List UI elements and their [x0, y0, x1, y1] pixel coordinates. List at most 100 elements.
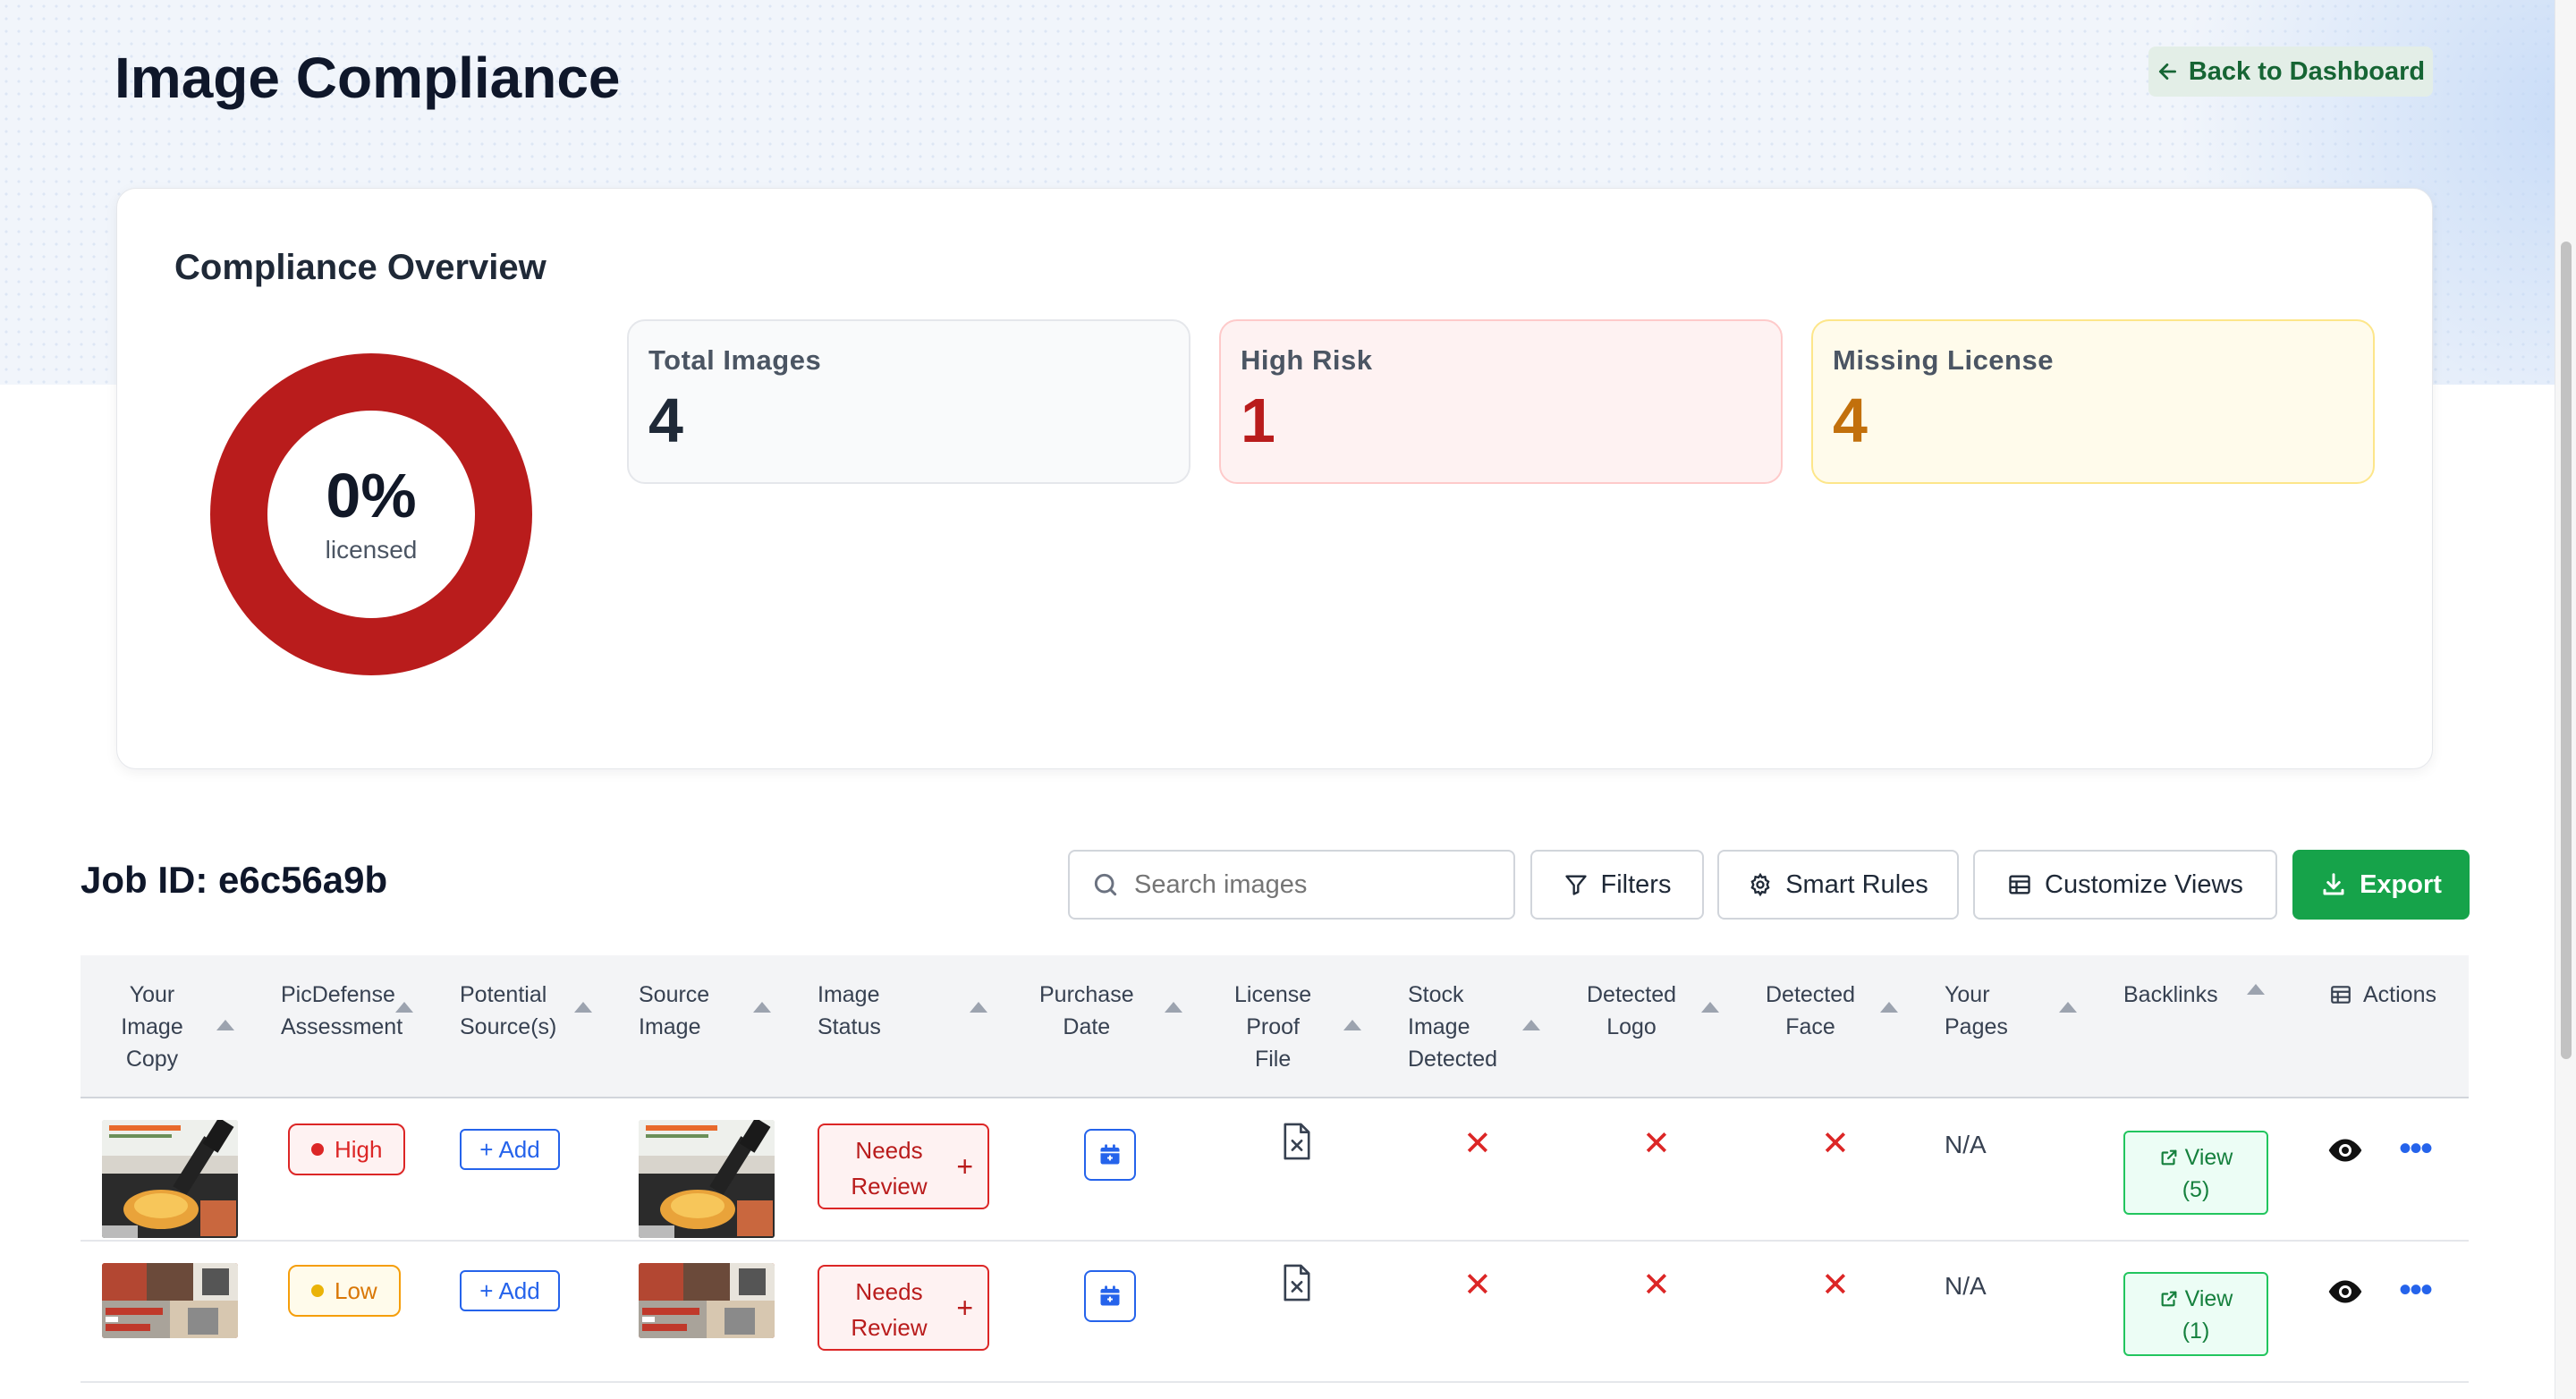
add-label: Add — [498, 1276, 540, 1304]
blender-vs-mixer-image — [639, 1263, 775, 1338]
logo-not-detected-icon: ✕ — [1642, 1267, 1671, 1304]
purchase-date-button[interactable] — [1084, 1129, 1136, 1181]
plus-icon: + — [479, 1135, 494, 1163]
status-line: Review — [851, 1314, 928, 1341]
sort-arrow-icon[interactable] — [753, 1002, 771, 1013]
sort-arrow-icon[interactable] — [1343, 1020, 1361, 1030]
image-status-button[interactable]: Needs Review + — [818, 1123, 989, 1209]
more-options-icon[interactable]: ••• — [2399, 1272, 2433, 1308]
blender-vs-mixer-image — [102, 1263, 238, 1338]
customize-views-button[interactable]: Customize Views — [1973, 850, 2277, 920]
donut-center: 0% licensed — [267, 411, 475, 618]
more-options-icon[interactable]: ••• — [2399, 1131, 2433, 1166]
view-eye-icon[interactable] — [2327, 1274, 2363, 1314]
smart-rules-label: Smart Rules — [1785, 869, 1928, 899]
column-header-picdefense-assessment[interactable]: PicDefense Assessment — [281, 979, 402, 1043]
page-scrollbar[interactable] — [2555, 0, 2576, 1399]
stat-value: 4 — [1833, 386, 1868, 455]
table-row: High + Add Needs Review + ✕ ✕ ✕ N/A View… — [80, 1100, 2469, 1242]
export-label: Export — [2360, 869, 2442, 899]
add-source-button[interactable]: + Add — [460, 1270, 560, 1311]
column-header-backlinks[interactable]: Backlinks — [2123, 979, 2218, 1011]
sort-arrow-icon[interactable] — [1880, 1002, 1898, 1013]
job-id: Job ID: e6c56a9b — [80, 859, 388, 901]
sort-arrow-icon[interactable] — [2247, 984, 2265, 995]
view-eye-icon[interactable] — [2327, 1132, 2363, 1173]
sort-arrow-icon[interactable] — [2059, 1002, 2077, 1013]
backlink-count: (1) — [2182, 1318, 2210, 1344]
search-input[interactable] — [1134, 869, 1492, 900]
assessment-badge-high: High — [288, 1123, 406, 1175]
assessment-badge-low: Low — [288, 1265, 401, 1317]
column-header-source-image[interactable]: Source Image — [639, 979, 709, 1043]
blender-photo-image — [102, 1120, 238, 1238]
export-button[interactable]: Export — [2292, 850, 2470, 920]
header-line: Backlinks — [2123, 982, 2218, 1007]
smart-rules-button[interactable]: Smart Rules — [1717, 850, 1959, 920]
header-line: Status — [818, 1014, 881, 1039]
header-line: Potential — [460, 982, 547, 1007]
column-header-license-proof-file[interactable]: License Proof File — [1234, 979, 1311, 1075]
sort-arrow-icon[interactable] — [1522, 1020, 1540, 1030]
sort-arrow-icon[interactable] — [395, 1002, 413, 1013]
table-icon — [2009, 875, 2030, 895]
column-header-potential-sources[interactable]: Potential Source(s) — [460, 979, 556, 1043]
header-line: Image — [639, 1014, 701, 1039]
license-file-missing-icon[interactable] — [1281, 1263, 1313, 1307]
header-line: Image — [1408, 1014, 1470, 1039]
filters-button[interactable]: Filters — [1530, 850, 1704, 920]
source-image-thumbnail[interactable] — [639, 1263, 775, 1338]
column-header-purchase-date[interactable]: Purchase Date — [1039, 979, 1134, 1043]
sort-arrow-icon[interactable] — [1165, 1002, 1182, 1013]
download-icon — [2323, 873, 2344, 895]
column-header-actions[interactable]: Actions — [2329, 979, 2436, 1011]
filter-icon — [1564, 875, 1587, 895]
column-header-stock-image-detected[interactable]: Stock Image Detected — [1408, 979, 1497, 1075]
image-status-button[interactable]: Needs Review + — [818, 1265, 989, 1351]
header-line: Date — [1063, 1014, 1111, 1039]
header-line: License — [1234, 982, 1312, 1007]
view-line: View — [2125, 1141, 2267, 1174]
view-label: View — [2184, 1286, 2233, 1311]
sort-arrow-icon[interactable] — [970, 1002, 987, 1013]
column-header-your-pages[interactable]: Your Pages — [1945, 979, 2008, 1043]
calendar-icon — [1100, 1144, 1120, 1165]
risk-dot-icon — [311, 1143, 324, 1156]
header-line: Logo — [1606, 1014, 1657, 1039]
stat-label: High Risk — [1241, 344, 1373, 376]
stock-not-detected-icon: ✕ — [1463, 1267, 1492, 1304]
stat-value: 1 — [1241, 386, 1275, 455]
your-image-thumbnail[interactable] — [102, 1263, 238, 1338]
risk-dot-icon — [311, 1285, 324, 1297]
arrow-left-icon — [2158, 64, 2176, 80]
header-line: Your — [1945, 982, 1990, 1007]
view-line: View — [2125, 1283, 2267, 1315]
header-line: Source(s) — [460, 1014, 557, 1039]
sort-arrow-icon[interactable] — [1701, 1002, 1719, 1013]
stat-missing-license: Missing License 4 — [1811, 319, 2375, 484]
licensed-donut-chart: 0% licensed — [210, 353, 532, 675]
column-header-detected-face[interactable]: Detected Face — [1766, 979, 1855, 1043]
compliance-overview-card: Compliance Overview 0% licensed Total Im… — [116, 188, 2433, 769]
sort-arrow-icon[interactable] — [216, 1020, 234, 1030]
column-header-your-image-copy[interactable]: Your Image Copy — [107, 979, 197, 1075]
external-link-icon — [2161, 1149, 2177, 1166]
status-text: Needs Review — [835, 1132, 943, 1204]
add-source-button[interactable]: + Add — [460, 1129, 560, 1170]
face-not-detected-icon: ✕ — [1821, 1125, 1850, 1163]
source-image-thumbnail[interactable] — [639, 1120, 775, 1238]
your-image-thumbnail[interactable] — [102, 1120, 238, 1238]
column-header-detected-logo[interactable]: Detected Logo — [1587, 979, 1676, 1043]
face-not-detected-icon: ✕ — [1821, 1267, 1850, 1304]
view-backlinks-button[interactable]: View (5) — [2123, 1131, 2268, 1215]
purchase-date-button[interactable] — [1084, 1270, 1136, 1322]
scrollbar-thumb[interactable] — [2561, 242, 2572, 1059]
column-header-image-status[interactable]: Image Status — [818, 979, 881, 1043]
back-to-dashboard-button[interactable]: Back to Dashboard — [2148, 47, 2433, 97]
sort-arrow-icon[interactable] — [574, 1002, 592, 1013]
license-file-missing-icon[interactable] — [1281, 1122, 1313, 1166]
assessment-label: Low — [335, 1276, 377, 1304]
search-box[interactable] — [1068, 850, 1515, 920]
view-backlinks-button[interactable]: View (1) — [2123, 1272, 2268, 1356]
view-label: View — [2184, 1145, 2233, 1170]
